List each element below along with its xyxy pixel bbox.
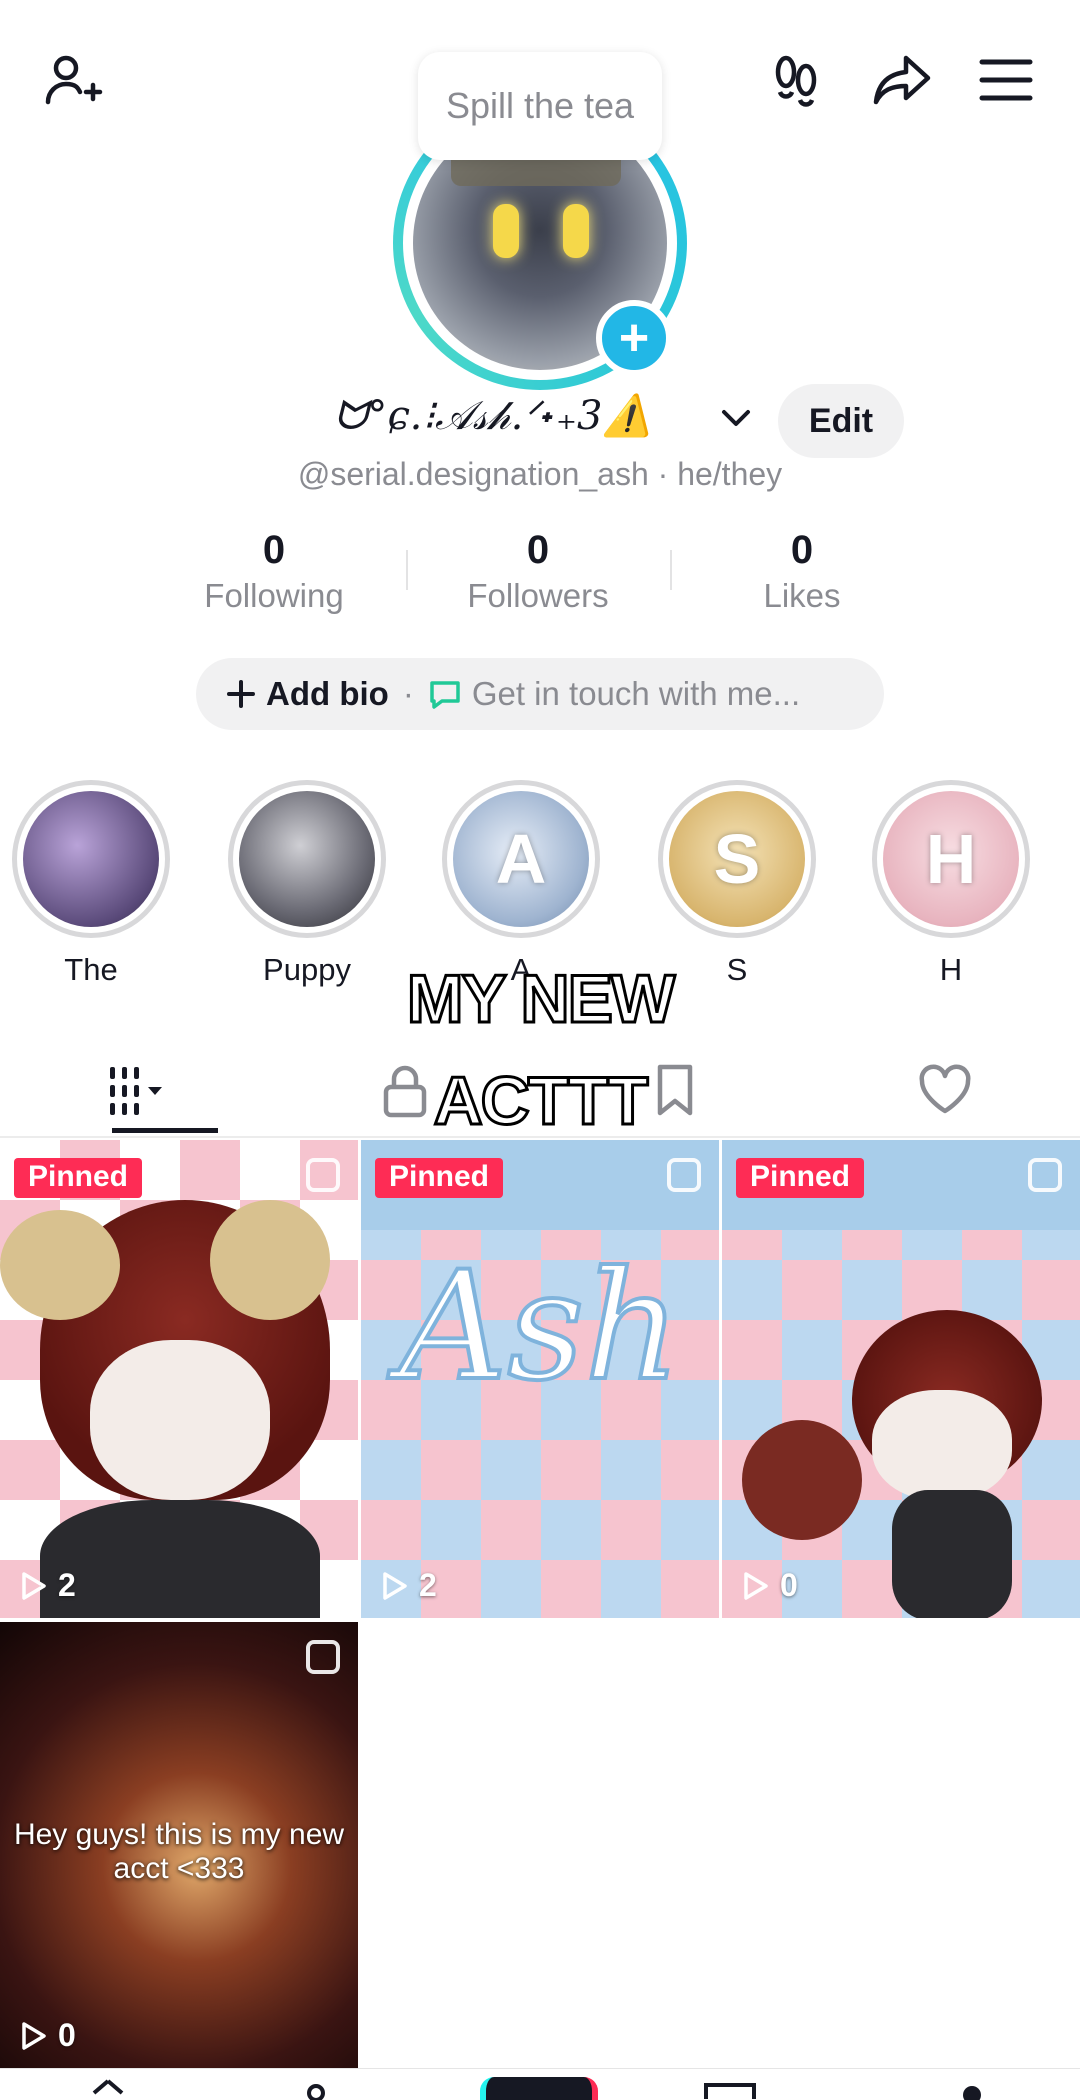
highlight-the[interactable]: The bbox=[12, 780, 170, 988]
play-icon bbox=[744, 1571, 768, 1600]
video-tile[interactable]: Pinned 0 bbox=[722, 1140, 1080, 1618]
likes-label: Likes bbox=[763, 577, 841, 614]
select-checkbox[interactable] bbox=[306, 1158, 340, 1192]
highlight-h[interactable]: H H bbox=[872, 780, 1030, 988]
bio-separator: · bbox=[402, 675, 414, 712]
chevron-down-icon[interactable] bbox=[716, 398, 756, 438]
following-count: 0 bbox=[262, 528, 286, 572]
plus-icon bbox=[227, 680, 255, 708]
footprint-icon[interactable] bbox=[758, 42, 834, 118]
add-bio-button[interactable]: Add bio bbox=[266, 675, 389, 713]
select-checkbox[interactable] bbox=[1028, 1158, 1062, 1192]
play-icon bbox=[383, 1571, 407, 1600]
highlight-puppy[interactable]: Puppy bbox=[228, 780, 386, 988]
followers-stat[interactable]: 0 Followers bbox=[406, 528, 670, 615]
view-count: 0 bbox=[16, 2017, 76, 2054]
following-stat[interactable]: 0 Following bbox=[142, 528, 406, 615]
home-icon[interactable] bbox=[88, 2077, 128, 2100]
video-tile[interactable]: Ash Pinned 2 bbox=[361, 1140, 719, 1618]
pinned-badge: Pinned bbox=[14, 1158, 143, 1198]
followers-count: 0 bbox=[526, 528, 550, 572]
select-checkbox[interactable] bbox=[306, 1640, 340, 1674]
play-icon bbox=[22, 1571, 46, 1600]
highlight-image: H bbox=[883, 791, 1019, 927]
profile-nav-icon[interactable] bbox=[952, 2077, 992, 2100]
highlight-image bbox=[239, 791, 375, 927]
inbox-icon[interactable] bbox=[700, 2077, 760, 2100]
highlight-image: A bbox=[453, 791, 589, 927]
add-friend-icon[interactable] bbox=[34, 42, 110, 118]
edit-profile-button[interactable]: Edit bbox=[778, 384, 904, 458]
highlight-a[interactable]: A A bbox=[442, 780, 600, 988]
add-story-icon[interactable]: + bbox=[596, 300, 672, 376]
share-icon[interactable] bbox=[864, 42, 940, 118]
followers-label: Followers bbox=[467, 577, 609, 614]
select-checkbox[interactable] bbox=[667, 1158, 701, 1192]
message-bubble-icon bbox=[430, 681, 460, 709]
view-count: 2 bbox=[16, 1567, 76, 1604]
tile-caption: Hey guys! this is my new acct <333 bbox=[13, 1818, 345, 1885]
highlight-image: S bbox=[669, 791, 805, 927]
highlight-s[interactable]: S S bbox=[658, 780, 816, 988]
video-tile[interactable]: Pinned 2 bbox=[0, 1140, 358, 1618]
overlay-caption-line2: ACTTT bbox=[432, 1062, 650, 1141]
bottom-navigation bbox=[0, 2068, 1080, 2100]
play-icon bbox=[22, 2021, 46, 2050]
spill-the-tea-tooltip[interactable]: Spill the tea bbox=[418, 52, 662, 160]
friends-icon[interactable] bbox=[296, 2077, 336, 2100]
create-button[interactable] bbox=[480, 2077, 600, 2100]
overlay-caption-line1: MY NEW bbox=[405, 960, 676, 1039]
pinned-badge: Pinned bbox=[736, 1158, 865, 1198]
username-pronouns: @serial.designation_ash · he/they bbox=[297, 456, 783, 492]
likes-stat[interactable]: 0 Likes bbox=[670, 528, 934, 615]
highlight-image bbox=[23, 791, 159, 927]
following-label: Following bbox=[204, 577, 344, 614]
contact-button[interactable]: Get in touch with me... bbox=[472, 675, 800, 713]
view-count: 0 bbox=[738, 1567, 798, 1604]
display-name: ᗢ°ɕ.⁝𝒜𝓈𝒽.ᐟ˖₊3⚠️ bbox=[334, 393, 653, 439]
pinned-badge: Pinned bbox=[375, 1158, 504, 1198]
tile-art-text: Ash bbox=[397, 1238, 683, 1416]
view-count: 2 bbox=[377, 1567, 437, 1604]
video-tile[interactable]: Hey guys! this is my new acct <333 0 bbox=[0, 1622, 358, 2068]
bio-bar: Add bio · Get in touch with me... bbox=[196, 658, 884, 730]
menu-icon[interactable] bbox=[968, 42, 1044, 118]
likes-count: 0 bbox=[790, 528, 814, 572]
